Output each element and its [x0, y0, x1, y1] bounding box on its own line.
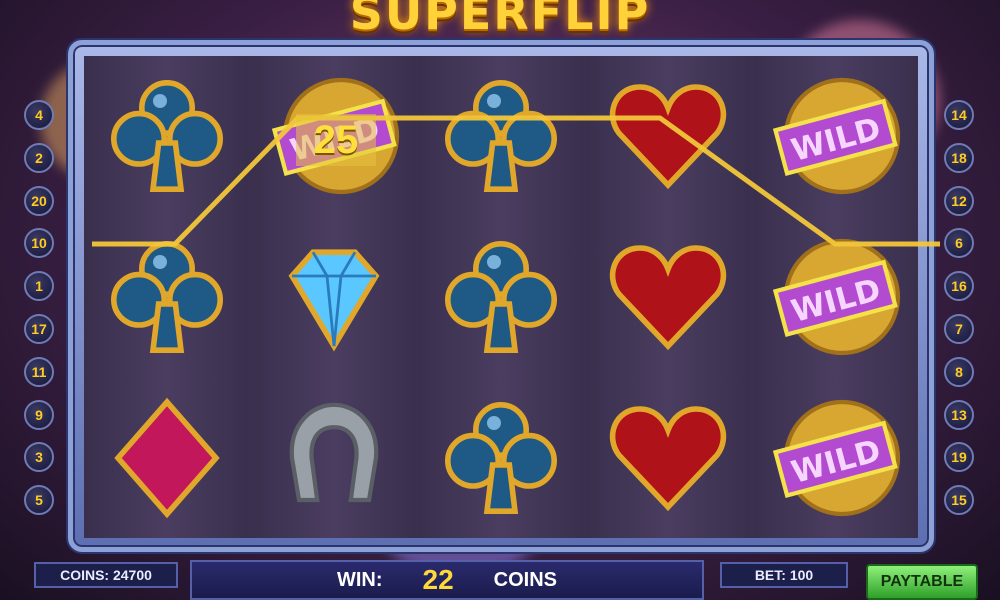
win-label: WIN: [336, 568, 383, 591]
heart-symbol [586, 217, 751, 378]
payline-badge[interactable]: 19 [944, 442, 974, 473]
payline-badge[interactable]: 16 [944, 271, 974, 302]
payline-badge[interactable]: 12 [944, 185, 974, 216]
club-symbol [418, 377, 583, 538]
status-bar: COINS: 24700 WIN: 22 COINS BET: 100 PAYT… [0, 556, 1000, 600]
diamond-symbol [84, 377, 249, 538]
payline-badge[interactable]: 3 [24, 442, 54, 473]
reel-1 [84, 56, 252, 538]
coins-balance: COINS: 24700 [34, 562, 178, 588]
bet-display[interactable]: BET: 100 [720, 562, 848, 588]
payline-badge[interactable]: 9 [24, 399, 54, 430]
payline-badge[interactable]: 7 [944, 313, 974, 344]
payline-badge[interactable]: 18 [944, 142, 974, 173]
payline-badge[interactable]: 5 [24, 485, 54, 516]
heart-symbol [586, 56, 751, 217]
gem-symbol [251, 217, 416, 378]
reel-5: WILD WILD WILD [752, 56, 919, 538]
payline-badge[interactable]: 8 [944, 356, 974, 387]
wild-symbol: WILD [753, 217, 918, 378]
wild-symbol: WILD [753, 56, 918, 217]
payline-badge[interactable]: 10 [24, 228, 54, 259]
paytable-button[interactable]: PAYTABLE [866, 564, 978, 600]
payline-badges-right: 14 18 12 6 16 7 8 13 19 15 [944, 100, 978, 528]
club-symbol [418, 217, 583, 378]
payline-badge[interactable]: 13 [944, 399, 974, 430]
heart-symbol [586, 377, 751, 538]
club-symbol [84, 217, 249, 378]
payline-badge[interactable]: 20 [24, 185, 54, 216]
club-symbol [84, 56, 249, 217]
reels-area: WILD WILD WILD WILD [84, 56, 919, 538]
payline-badges-left: 4 2 20 10 1 17 11 9 3 5 [24, 100, 58, 528]
club-symbol [418, 56, 583, 217]
payline-badge[interactable]: 17 [24, 313, 54, 344]
win-unit: COINS [493, 568, 558, 591]
payline-badge[interactable]: 6 [944, 228, 974, 259]
reel-3 [418, 56, 586, 538]
game-logo: SUPERFLIP [349, 0, 651, 40]
win-display: WIN: 22 COINS [190, 560, 704, 600]
payline-win-amount: 25 [296, 114, 376, 166]
payline-badge[interactable]: 15 [944, 485, 974, 516]
payline-badge[interactable]: 2 [24, 142, 54, 173]
payline-badge[interactable]: 1 [24, 271, 54, 302]
payline-badge[interactable]: 4 [24, 100, 54, 130]
win-value: 22 [422, 564, 454, 595]
horseshoe-symbol [251, 377, 416, 538]
payline-badge[interactable]: 14 [944, 100, 974, 130]
payline-badge[interactable]: 11 [24, 356, 54, 387]
reel-4 [585, 56, 753, 538]
wild-symbol: WILD [753, 377, 918, 538]
